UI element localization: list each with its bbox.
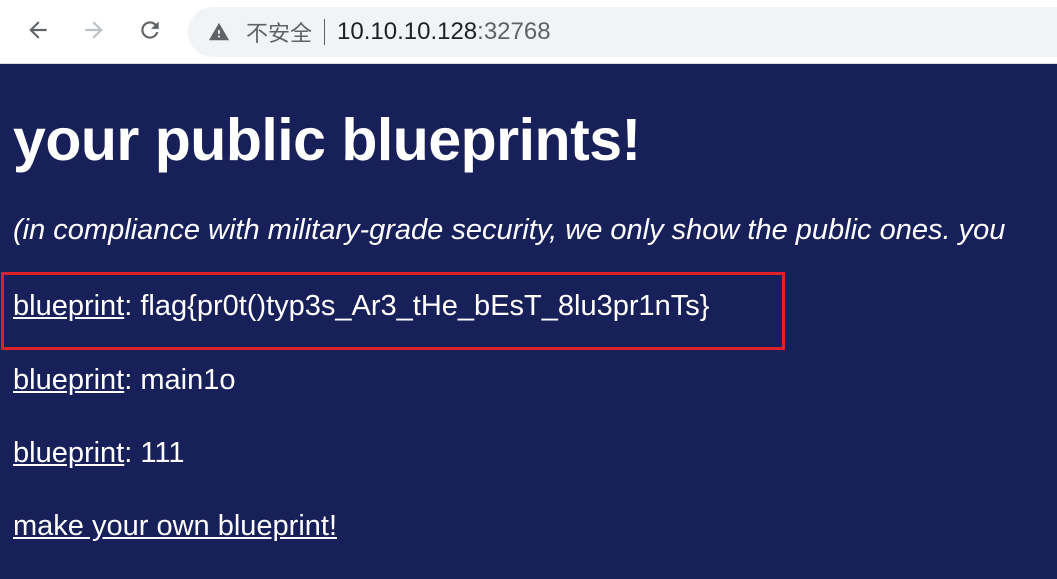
security-status-label[interactable]: 不安全 <box>246 16 312 48</box>
url-text[interactable]: 10.10.10.128:32768 <box>337 18 551 46</box>
blueprint-link[interactable]: blueprint <box>13 364 124 396</box>
browser-toolbar: 不安全 10.10.10.128:32768 <box>0 0 1057 64</box>
page-title: your public blueprints! <box>13 107 641 173</box>
page-content: your public blueprints! (in compliance w… <box>0 64 1057 579</box>
blueprint-link[interactable]: blueprint <box>13 437 124 469</box>
make-blueprint-link[interactable]: make your own blueprint! <box>13 510 337 542</box>
warning-icon[interactable] <box>208 21 230 43</box>
blueprint-item: blueprint: 111 <box>13 437 184 470</box>
url-host: 10.10.10.128 <box>337 18 478 45</box>
reload-button[interactable] <box>132 12 168 48</box>
blueprint-name: main1o <box>140 364 236 396</box>
blueprint-separator: : <box>124 437 141 469</box>
url-port: :32768 <box>477 18 551 45</box>
compliance-note: (in compliance with military-grade secur… <box>13 214 1006 246</box>
arrow-left-icon <box>29 21 47 39</box>
make-blueprint-item: make your own blueprint! <box>13 510 337 543</box>
forward-button[interactable] <box>76 12 112 48</box>
highlight-box <box>1 272 785 350</box>
blueprint-separator: : <box>124 364 141 396</box>
omnibox-divider <box>324 19 326 45</box>
reload-icon <box>141 21 159 39</box>
blueprint-item: blueprint: main1o <box>13 364 236 397</box>
blueprint-name: 111 <box>140 437 185 469</box>
address-bar[interactable]: 不安全 10.10.10.128:32768 <box>188 7 1057 57</box>
arrow-right-icon <box>85 21 103 39</box>
back-button[interactable] <box>20 12 56 48</box>
